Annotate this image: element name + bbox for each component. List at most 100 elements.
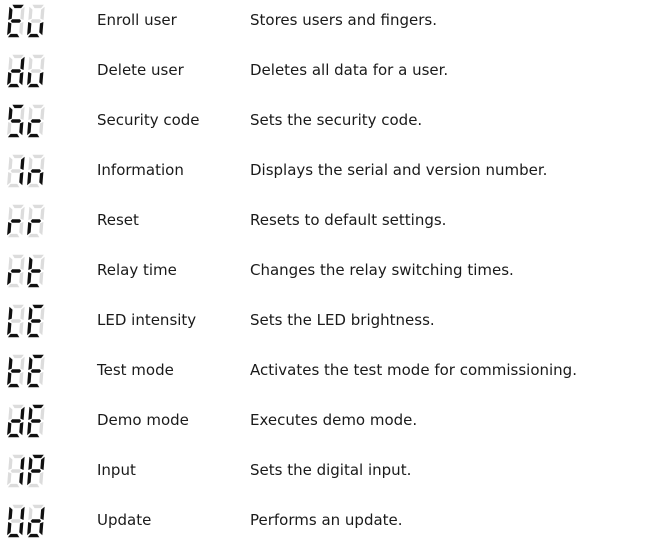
segment-bottom [27,533,40,538]
segment-top [32,504,44,509]
menu-item-name: Enroll user [97,11,177,29]
segment-bottom-right [19,221,24,236]
seven-segment-svg [7,404,45,438]
segment-middle [10,219,22,223]
segment-bottom [7,433,20,438]
segment-top-left [28,106,33,121]
seven-segment-digit [7,504,25,538]
seven-segment-digit [7,254,25,288]
segment-top-left [28,256,33,271]
segment-bottom-right [39,221,44,236]
segment-middle [30,319,42,323]
segment-middle [30,19,42,23]
segment-middle [10,269,22,273]
seven-segment-display-icon [6,50,46,92]
segment-middle [30,469,42,473]
segment-bottom-left [7,21,12,36]
menu-item-description: Sets the digital input. [250,461,412,479]
segment-top-right [20,456,25,471]
segment-top-right [20,56,25,71]
segment-bottom-left [27,171,32,186]
segment-bottom-right [19,421,24,436]
segment-middle [30,69,42,73]
segment-top-left [28,306,33,321]
segment-top-right [20,156,25,171]
segment-bottom [27,33,40,38]
segment-middle [10,369,22,373]
segment-top [12,154,24,159]
segment-bottom-right [39,271,44,286]
segment-bottom-right [19,271,24,286]
seven-segment-svg [7,204,45,238]
menu-item-description: Activates the test mode for commissionin… [250,361,577,379]
menu-item-name: Update [97,511,152,529]
menu-item-description: Sets the LED brightness. [250,311,435,329]
segment-top-right [40,256,45,271]
seven-segment-display-icon [6,500,46,542]
seven-segment-svg [7,4,45,38]
menu-item-description: Displays the serial and version number. [250,161,548,179]
segment-middle [30,519,42,523]
segment-top-right [20,106,25,121]
segment-middle [10,169,22,173]
segment-top [32,4,44,9]
seven-segment-display-icon [6,450,46,492]
segment-bottom-right [19,321,24,336]
segment-bottom [27,433,40,438]
menu-item-name: Input [97,461,136,479]
segment-bottom-right [19,121,24,136]
segment-middle [10,469,22,473]
seven-segment-digit [27,454,45,488]
segment-top-left [28,56,33,71]
segment-bottom-left [27,471,32,486]
segment-top [32,104,44,109]
segment-bottom-left [7,321,12,336]
seven-segment-digit [27,204,45,238]
segment-bottom [7,533,20,538]
segment-top-right [40,406,45,421]
menu-item-description: Performs an update. [250,511,403,529]
seven-segment-digit [7,54,25,88]
segment-bottom [27,83,40,88]
seven-segment-display-icon [6,200,46,242]
segment-bottom [27,483,40,488]
segment-bottom-right [19,71,24,86]
segment-top-right [40,206,45,221]
segment-bottom-right [19,21,24,36]
segment-bottom-left [7,271,12,286]
segment-bottom-right [19,171,24,186]
seven-segment-svg [7,154,45,188]
menu-item-demo-mode: Demo mode Executes demo mode. [0,400,670,450]
seven-segment-digit [27,54,45,88]
segment-top [32,304,44,309]
segment-top-right [20,506,25,521]
segment-middle [30,419,42,423]
segment-top-right [20,356,25,371]
segment-top-right [20,256,25,271]
segment-top-left [8,106,13,121]
menu-item-relay-time: Relay time Changes the relay switching t… [0,250,670,300]
segment-top-right [20,306,25,321]
seven-segment-display-icon [6,150,46,192]
segment-top [32,254,44,259]
segment-top-right [40,6,45,21]
segment-bottom [27,233,40,238]
segment-bottom [7,383,20,388]
segment-bottom [27,283,40,288]
menu-item-security-code: Security code Sets the security code. [0,100,670,150]
seven-segment-digit [27,104,45,138]
menu-item-description: Executes demo mode. [250,411,418,429]
segment-bottom [7,183,20,188]
segment-bottom-right [39,471,44,486]
segment-top-right [20,6,25,21]
segment-top [32,54,44,59]
menu-item-name: Reset [97,211,139,229]
seven-segment-svg [7,354,45,388]
segment-bottom-left [27,121,32,136]
segment-top [12,254,24,259]
segment-top [12,354,24,359]
segment-bottom [27,133,40,138]
segment-top [12,404,24,409]
segment-bottom-left [7,171,12,186]
menu-item-name: Security code [97,111,200,129]
